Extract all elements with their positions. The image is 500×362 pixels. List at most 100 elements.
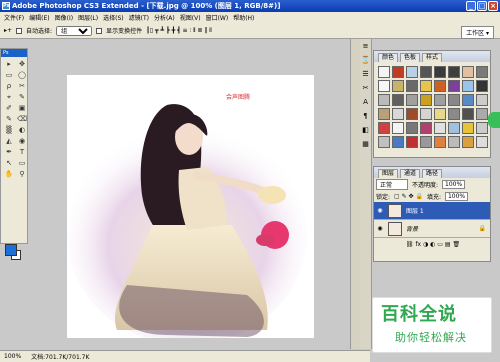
move-tool-icon[interactable]: ▸+ bbox=[4, 27, 12, 34]
style-swatch[interactable] bbox=[420, 80, 432, 92]
align-icons[interactable]: ┃▯ ┳ ┻ ┣ ╋ ┫ ≡ ⫶ ⦀ ≣ ‖ ⫴ bbox=[146, 27, 212, 35]
style-swatch[interactable] bbox=[462, 108, 474, 120]
tab-color[interactable]: 颜色 bbox=[378, 53, 399, 62]
dock-icon-1[interactable]: ≡ bbox=[360, 39, 371, 53]
style-swatch[interactable] bbox=[434, 66, 446, 78]
style-swatch[interactable] bbox=[406, 80, 418, 92]
zoom-tool[interactable]: ⚲ bbox=[16, 169, 28, 179]
menu-analysis[interactable]: 分析(A) bbox=[154, 13, 175, 22]
style-swatch[interactable] bbox=[476, 80, 488, 92]
eye-icon[interactable]: ◉ bbox=[376, 207, 384, 214]
minimize-button[interactable]: _ bbox=[466, 1, 476, 11]
fill-value[interactable]: 100% bbox=[444, 191, 469, 201]
style-swatch[interactable] bbox=[392, 122, 404, 134]
dock-icon-8[interactable]: ▦ bbox=[360, 137, 371, 151]
style-swatch[interactable] bbox=[406, 108, 418, 120]
pen-tool[interactable]: ✒ bbox=[3, 147, 15, 157]
style-swatch[interactable] bbox=[434, 108, 446, 120]
style-swatch[interactable] bbox=[420, 136, 432, 148]
sponge-tool[interactable]: ◉ bbox=[16, 136, 28, 146]
dock-icon-3[interactable]: ☰ bbox=[360, 67, 371, 81]
menu-edit[interactable]: 编辑(E) bbox=[29, 13, 49, 22]
style-swatch-grid[interactable] bbox=[374, 62, 490, 152]
show-transform-checkbox[interactable] bbox=[96, 27, 103, 34]
style-swatch[interactable] bbox=[462, 66, 474, 78]
style-swatch[interactable] bbox=[378, 122, 390, 134]
style-swatch[interactable] bbox=[462, 122, 474, 134]
style-swatch[interactable] bbox=[462, 80, 474, 92]
menu-image[interactable]: 图像(I) bbox=[55, 13, 73, 22]
style-swatch[interactable] bbox=[420, 122, 432, 134]
style-swatch[interactable] bbox=[420, 94, 432, 106]
tab-channels[interactable]: 通道 bbox=[400, 169, 421, 178]
move-tool-2[interactable]: ✥ bbox=[16, 59, 28, 69]
style-swatch[interactable] bbox=[448, 80, 460, 92]
style-swatch[interactable] bbox=[392, 66, 404, 78]
menu-layer[interactable]: 图层(L) bbox=[78, 13, 98, 22]
move-tool[interactable]: ▸ bbox=[3, 59, 15, 69]
dock-icon-6[interactable]: ¶ bbox=[360, 109, 371, 123]
tab-layers[interactable]: 图层 bbox=[378, 169, 399, 178]
style-swatch[interactable] bbox=[392, 108, 404, 120]
style-swatch[interactable] bbox=[392, 94, 404, 106]
dock-icon-7[interactable]: ◧ bbox=[360, 123, 371, 137]
opacity-value[interactable]: 100% bbox=[442, 179, 466, 189]
style-swatch[interactable] bbox=[420, 66, 432, 78]
blend-mode-select[interactable]: 正常 bbox=[376, 178, 408, 190]
foreground-color-swatch[interactable] bbox=[5, 244, 17, 256]
style-swatch[interactable] bbox=[378, 136, 390, 148]
menu-window[interactable]: 窗口(W) bbox=[206, 13, 229, 22]
style-swatch[interactable] bbox=[392, 136, 404, 148]
lock-icons[interactable]: ▢ ✎ ✥ 🔒 bbox=[394, 193, 423, 200]
style-swatch[interactable] bbox=[406, 66, 418, 78]
style-swatch[interactable] bbox=[434, 80, 446, 92]
workspace-button[interactable]: 工作区 ▾ bbox=[461, 26, 494, 39]
path-select-tool[interactable]: ↖ bbox=[3, 158, 15, 168]
style-swatch[interactable] bbox=[462, 136, 474, 148]
style-swatch[interactable] bbox=[448, 122, 460, 134]
style-swatch[interactable] bbox=[476, 66, 488, 78]
eraser-tool[interactable]: ⌫ bbox=[16, 114, 28, 124]
crop-tool[interactable]: ✂ bbox=[16, 81, 28, 91]
zoom-level[interactable]: 100% bbox=[4, 353, 21, 360]
close-button[interactable]: × bbox=[488, 1, 498, 11]
style-swatch[interactable] bbox=[448, 94, 460, 106]
style-swatch[interactable] bbox=[434, 94, 446, 106]
style-swatch[interactable] bbox=[378, 80, 390, 92]
shape-tool[interactable]: ▭ bbox=[16, 158, 28, 168]
marquee-tool[interactable]: ▭ bbox=[3, 70, 15, 80]
style-swatch[interactable] bbox=[420, 108, 432, 120]
layer-actions-icons[interactable]: ⛓ fx ◑ ◐ ▭ ▤ 🗑 bbox=[406, 241, 460, 248]
lasso-tool[interactable]: ρ bbox=[3, 81, 15, 91]
ellipse-tool[interactable]: ◯ bbox=[16, 70, 28, 80]
style-swatch[interactable] bbox=[406, 136, 418, 148]
style-swatch[interactable] bbox=[448, 136, 460, 148]
brush-tool[interactable]: ✎ bbox=[16, 92, 28, 102]
menu-help[interactable]: 帮助(H) bbox=[233, 13, 254, 22]
menu-view[interactable]: 视图(V) bbox=[180, 13, 201, 22]
style-swatch[interactable] bbox=[378, 108, 390, 120]
pencil-tool[interactable]: ✎ bbox=[3, 114, 15, 124]
style-swatch[interactable] bbox=[448, 108, 460, 120]
style-swatch[interactable] bbox=[434, 122, 446, 134]
style-swatch[interactable] bbox=[434, 136, 446, 148]
style-swatch[interactable] bbox=[378, 66, 390, 78]
dock-icon-5[interactable]: A bbox=[360, 95, 371, 109]
menu-file[interactable]: 文件(F) bbox=[4, 13, 24, 22]
gradient-tool[interactable]: ▒ bbox=[3, 125, 15, 135]
style-swatch[interactable] bbox=[476, 136, 488, 148]
menu-select[interactable]: 选择(S) bbox=[103, 13, 124, 22]
dock-icon-2[interactable]: ⌛ bbox=[360, 53, 371, 67]
tab-styles[interactable]: 样式 bbox=[422, 53, 443, 62]
side-tab[interactable] bbox=[488, 112, 500, 128]
menu-filter[interactable]: 滤镜(T) bbox=[129, 13, 149, 22]
blur-tool[interactable]: ◭ bbox=[3, 136, 15, 146]
dock-icon-4[interactable]: ✂ bbox=[360, 81, 371, 95]
layer-row[interactable]: ◉ 图层 1 bbox=[374, 202, 490, 220]
maximize-button[interactable]: □ bbox=[477, 1, 487, 11]
tab-paths[interactable]: 路径 bbox=[422, 169, 443, 178]
style-swatch[interactable] bbox=[378, 94, 390, 106]
slice-tool[interactable]: ⌖ bbox=[3, 92, 15, 102]
auto-select-dropdown[interactable]: 组 bbox=[56, 25, 93, 36]
style-swatch[interactable] bbox=[476, 94, 488, 106]
